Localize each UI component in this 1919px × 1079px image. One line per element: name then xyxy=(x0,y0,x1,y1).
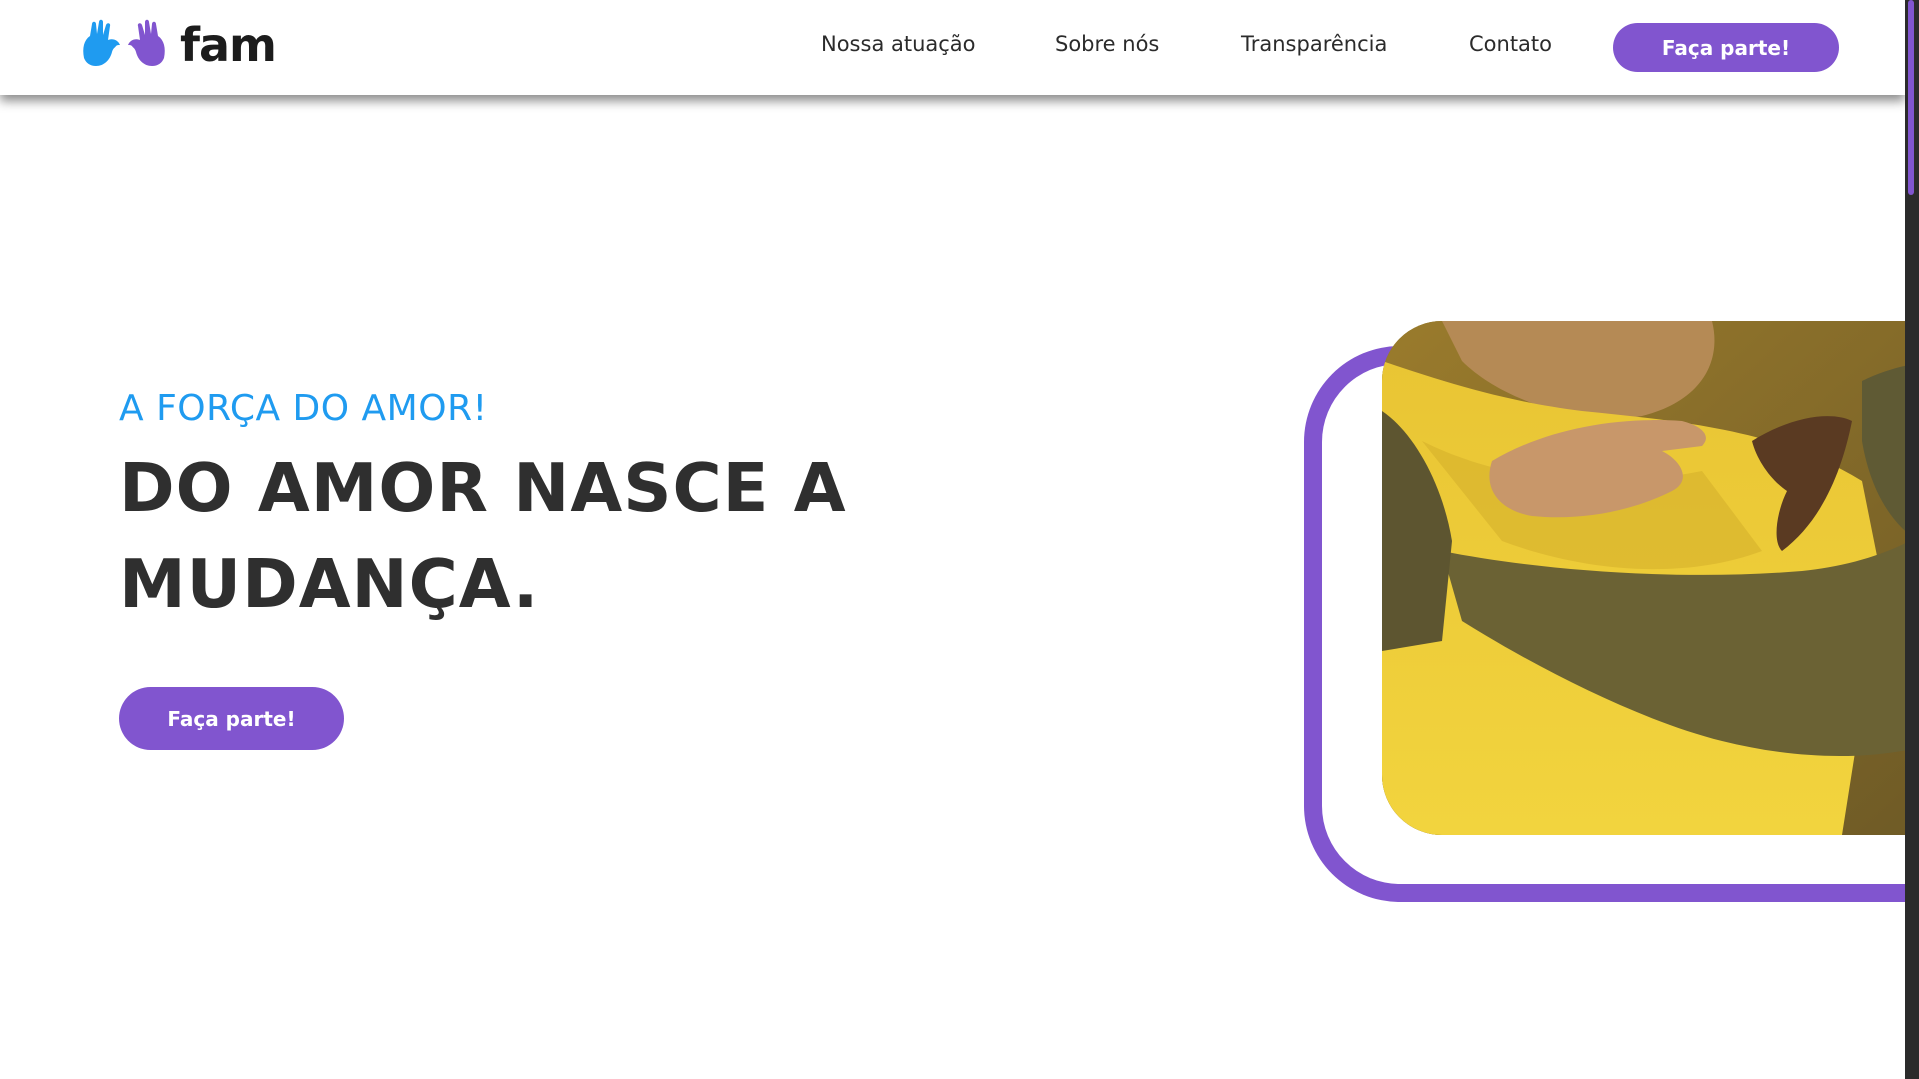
nav-nossa-atuacao[interactable]: Nossa atuação xyxy=(821,32,976,56)
nav-sobre-nos[interactable]: Sobre nós xyxy=(1055,32,1159,56)
page-scrollbar[interactable] xyxy=(1905,0,1919,1079)
nav-transparencia[interactable]: Transparência xyxy=(1241,32,1387,56)
hero-title: DO AMOR NASCE A MUDANÇA. xyxy=(119,440,879,632)
hug-photo xyxy=(1382,321,1919,835)
hero-eyebrow: A FORÇA DO AMOR! xyxy=(119,388,488,429)
page: fam Nossa atuação Sobre nós Transparênci… xyxy=(0,0,1919,1079)
hands-heart-icon xyxy=(83,19,165,66)
hero-image xyxy=(1382,321,1919,835)
hero-title-line-1: DO AMOR NASCE A xyxy=(119,449,847,527)
scrollbar-thumb[interactable] xyxy=(1908,0,1914,195)
site-header: fam Nossa atuação Sobre nós Transparênci… xyxy=(0,0,1905,95)
hero-join-button[interactable]: Faça parte! xyxy=(119,687,344,750)
brand-name: fam xyxy=(180,18,277,72)
nav-contato[interactable]: Contato xyxy=(1469,32,1552,56)
hero-title-line-2: MUDANÇA. xyxy=(119,545,540,623)
logo[interactable]: fam xyxy=(80,18,277,72)
header-join-button[interactable]: Faça parte! xyxy=(1613,23,1839,72)
